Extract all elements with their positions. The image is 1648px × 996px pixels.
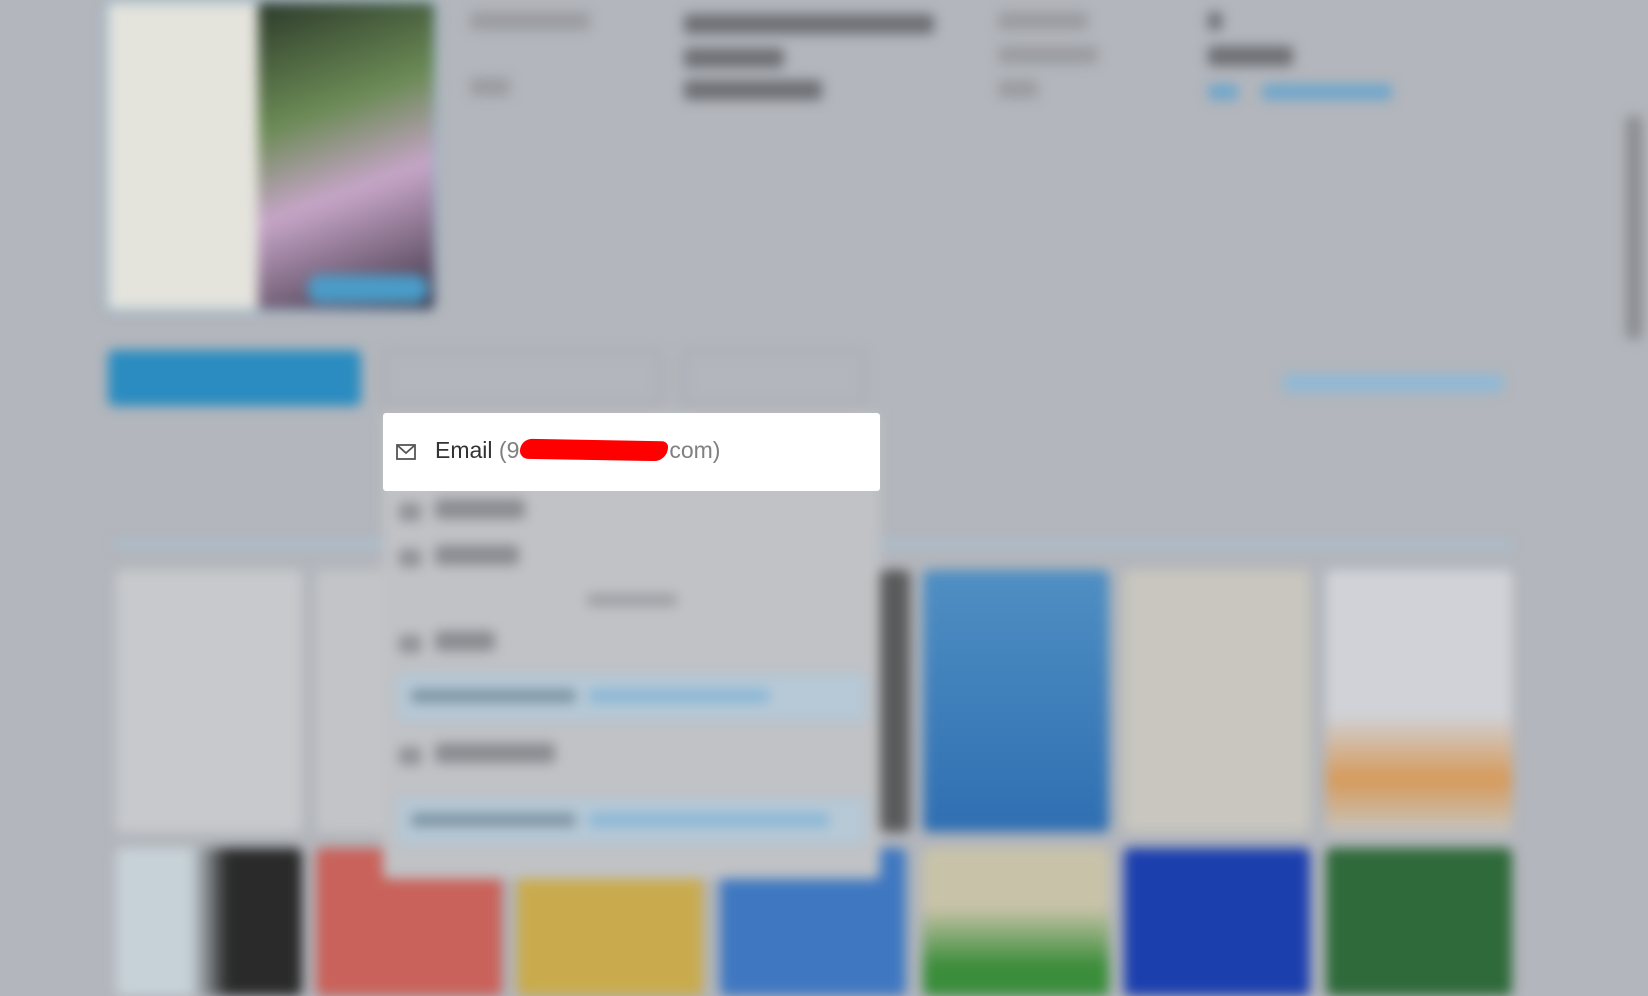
dropdown-link-field bbox=[397, 797, 867, 845]
meta-link bbox=[1208, 84, 1238, 100]
meta-value bbox=[1208, 12, 1222, 30]
dropdown-item bbox=[383, 733, 880, 781]
meta-label bbox=[998, 80, 1038, 98]
meta-label bbox=[998, 12, 1088, 30]
grid-tile bbox=[1326, 570, 1512, 832]
grid-tile bbox=[316, 570, 386, 832]
dropdown-item bbox=[383, 535, 880, 583]
book-cover-image bbox=[105, 0, 437, 312]
primary-action-button bbox=[108, 350, 361, 406]
blurred-background-page bbox=[0, 0, 1648, 996]
email-label-text: Email bbox=[435, 437, 493, 463]
email-address-prefix: (9 bbox=[498, 437, 520, 463]
meta-link bbox=[1262, 84, 1392, 100]
meta-value bbox=[684, 14, 934, 34]
right-link bbox=[1283, 374, 1503, 392]
scrollbar bbox=[1626, 115, 1642, 340]
grid-tile bbox=[923, 570, 1109, 832]
email-address-suffix: com) bbox=[669, 437, 721, 463]
grid-tile bbox=[880, 570, 910, 832]
grid-tile bbox=[1326, 848, 1512, 996]
mail-icon bbox=[396, 444, 416, 460]
secondary-button bbox=[683, 350, 865, 406]
email-share-menu-item[interactable]: Email (9 com) bbox=[383, 413, 880, 491]
email-menu-label: Email (9 com) bbox=[435, 437, 720, 464]
meta-label bbox=[470, 12, 590, 30]
dropdown-divider bbox=[383, 593, 880, 611]
dropdown-item bbox=[383, 621, 880, 669]
redaction-mark bbox=[520, 438, 669, 462]
grid-tile bbox=[116, 570, 302, 832]
dropdown-link-field bbox=[397, 673, 867, 721]
meta-value bbox=[684, 80, 822, 100]
grid-tile bbox=[923, 848, 1109, 996]
grid-tile bbox=[1124, 570, 1310, 832]
meta-label bbox=[470, 78, 510, 96]
grid-tile bbox=[1124, 848, 1310, 996]
grid-tile bbox=[116, 848, 302, 996]
meta-value bbox=[1208, 46, 1293, 66]
meta-value bbox=[684, 48, 784, 68]
meta-label bbox=[998, 46, 1098, 64]
share-button bbox=[383, 350, 661, 406]
dropdown-item bbox=[383, 489, 880, 537]
